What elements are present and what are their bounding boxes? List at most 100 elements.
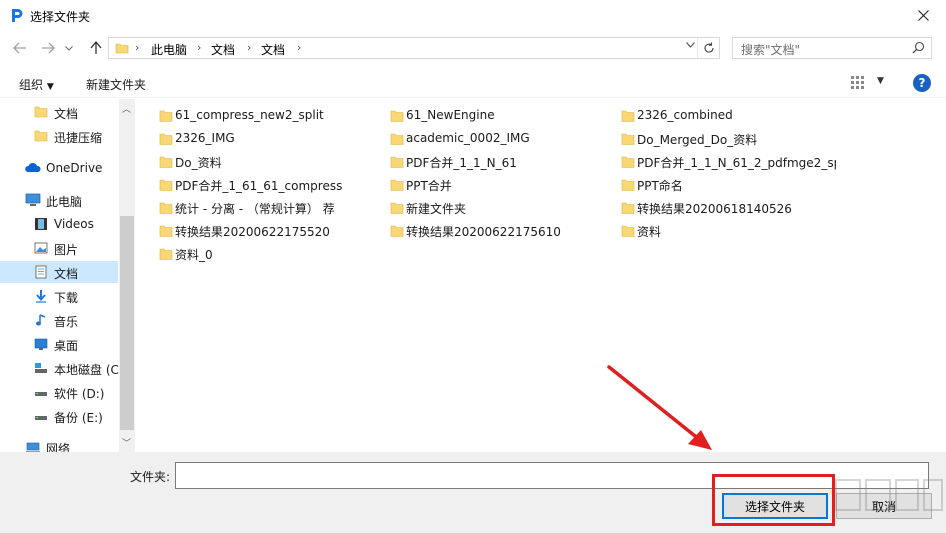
desktop-icon — [34, 338, 48, 350]
folder-item-label: PPT合并 — [406, 179, 452, 193]
command-bar: 组织 ▼ 新建文件夹 ▼ ? — [0, 68, 946, 98]
folder-icon — [621, 202, 635, 214]
sidebar-item-drive-d[interactable]: 软件 (D:) — [0, 381, 118, 403]
scrollbar-thumb[interactable] — [120, 216, 134, 430]
breadcrumb-separator: › — [297, 41, 302, 54]
folder-icon — [159, 248, 173, 260]
folder-icon — [390, 110, 404, 122]
folder-icon — [159, 110, 173, 122]
folder-item[interactable]: 统计 - 分离 - （常规计算） 荐 — [159, 198, 374, 218]
folder-icon — [159, 202, 173, 214]
folder-item-label: 统计 - 分离 - （常规计算） 荐 — [175, 202, 335, 216]
folder-item[interactable]: 61_NewEngine — [390, 106, 605, 126]
drive-icon — [35, 416, 47, 420]
grid-view-icon — [851, 76, 864, 89]
search-input[interactable]: 搜索"文档" — [741, 41, 800, 58]
folder-item[interactable]: 新建文件夹 — [390, 198, 605, 218]
chevron-down-icon[interactable] — [686, 42, 695, 48]
folder-icon — [34, 130, 48, 142]
folder-icon — [159, 133, 173, 145]
folder-list: 61_compress_new2_split 2326_IMG Do_资料 PDF合并… — [137, 99, 946, 452]
folder-item-label: 2326_combined — [637, 108, 733, 122]
sidebar-item-pictures[interactable]: 图片 — [0, 237, 118, 259]
documents-icon — [35, 265, 47, 279]
sidebar-item-documents[interactable]: 文档 — [0, 261, 118, 283]
folder-icon — [390, 225, 404, 237]
annotation-highlight-box — [712, 474, 835, 526]
view-options-button[interactable]: ▼ — [850, 74, 888, 92]
sidebar-item-downloads[interactable]: 下载 — [0, 285, 118, 307]
drive-icon — [35, 392, 47, 396]
address-bar[interactable]: › 此电脑 › 文档 › 文档 › — [108, 37, 720, 59]
search-icon — [912, 41, 925, 54]
folder-item[interactable]: 2326_IMG — [159, 129, 374, 149]
drive-c-icon — [35, 363, 47, 373]
chevron-down-icon[interactable]: ﹀ — [122, 436, 131, 449]
folder-icon — [34, 106, 48, 118]
folder-item-label: Do_资料 — [175, 156, 222, 170]
sidebar-item-drive-c[interactable]: 本地磁盘 (C — [0, 357, 119, 379]
sidebar-item-onedrive[interactable]: OneDrive — [0, 157, 118, 179]
close-icon — [917, 10, 929, 21]
folder-item[interactable]: 转换结果20200618140526 — [621, 198, 836, 218]
sidebar-item-videos[interactable]: Videos — [0, 213, 118, 235]
folder-item[interactable]: 资料 — [621, 221, 836, 241]
folder-item-label: 61_compress_new2_split — [175, 108, 324, 122]
folder-icon — [621, 133, 635, 145]
app-logo-icon — [12, 9, 23, 22]
folder-item[interactable]: Do_资料 — [159, 152, 374, 172]
sidebar-item-xunjie-zip[interactable]: 迅捷压缩 — [0, 125, 118, 147]
recent-locations-button[interactable] — [62, 39, 76, 57]
folder-icon — [621, 179, 635, 191]
search-box[interactable]: 搜索"文档" — [732, 37, 932, 59]
folder-field-label: 文件夹: — [130, 470, 171, 484]
folder-item-label: 2326_IMG — [175, 131, 235, 145]
close-button[interactable] — [900, 0, 946, 31]
folder-item[interactable]: PDF合并_1_1_N_61_2_pdfmge2_sp... — [621, 152, 836, 172]
folder-item-label: academic_0002_IMG — [406, 131, 530, 145]
address-row: › 此电脑 › 文档 › 文档 › 搜索"文档" — [0, 33, 946, 63]
breadcrumb-documents-sub[interactable]: 文档 — [261, 41, 285, 58]
folder-item[interactable]: 2326_combined — [621, 106, 836, 126]
arrow-left-icon — [13, 42, 26, 54]
chevron-up-icon[interactable]: ︿ — [122, 102, 131, 115]
chevron-down-icon — [65, 45, 73, 51]
folder-item[interactable]: 资料_0 — [159, 244, 374, 264]
pictures-icon — [34, 242, 48, 254]
folder-item[interactable]: 转换结果20200622175610 — [390, 221, 605, 241]
video-icon — [35, 218, 47, 230]
sidebar-item-music[interactable]: 音乐 — [0, 309, 118, 331]
help-button[interactable]: ? — [913, 74, 931, 92]
sidebar-item-documents-quick[interactable]: 文档 — [0, 101, 118, 123]
sidebar-item-desktop[interactable]: 桌面 — [0, 333, 118, 355]
folder-icon — [621, 225, 635, 237]
up-button[interactable] — [86, 39, 106, 57]
breadcrumb-separator: › — [247, 41, 252, 54]
folder-item[interactable]: Do_Merged_Do_资料 — [621, 129, 836, 149]
sidebar-item-this-pc[interactable]: 此电脑 — [0, 189, 118, 211]
folder-item-label: 转换结果20200618140526 — [637, 202, 792, 216]
refresh-button[interactable] — [697, 38, 719, 58]
folder-item-label: PDF合并_1_1_N_61_2_pdfmge2_sp... — [637, 156, 836, 170]
folder-item-label: 61_NewEngine — [406, 108, 495, 122]
breadcrumb-documents[interactable]: 文档 — [211, 41, 235, 58]
forward-button[interactable] — [38, 39, 58, 57]
folder-item[interactable]: 转换结果20200622175520 — [159, 221, 374, 241]
breadcrumb-this-pc[interactable]: 此电脑 — [151, 41, 187, 58]
sidebar-item-drive-e[interactable]: 备份 (E:) — [0, 405, 118, 427]
folder-item[interactable]: PDF合并_1_1_N_61 — [390, 152, 605, 172]
sidebar-scrollbar[interactable]: ︿ ﹀ — [119, 99, 135, 452]
folder-icon — [115, 43, 129, 54]
folder-item[interactable]: 61_compress_new2_split — [159, 106, 374, 126]
folder-item[interactable]: PPT命名 — [621, 175, 836, 195]
download-icon — [36, 290, 46, 303]
folder-icon — [390, 179, 404, 191]
navigation-pane: 文档 迅捷压缩 OneDrive 此电脑 Videos 图片 文档 下载 音乐 … — [0, 99, 135, 456]
folder-item[interactable]: PPT合并 — [390, 175, 605, 195]
new-folder-button[interactable]: 新建文件夹 — [86, 76, 146, 93]
folder-item[interactable]: PDF合并_1_61_61_compress — [159, 175, 374, 195]
folder-icon — [159, 225, 173, 237]
folder-item[interactable]: academic_0002_IMG — [390, 129, 605, 149]
back-button[interactable] — [10, 39, 30, 57]
organize-menu[interactable]: 组织 ▼ — [19, 76, 54, 93]
